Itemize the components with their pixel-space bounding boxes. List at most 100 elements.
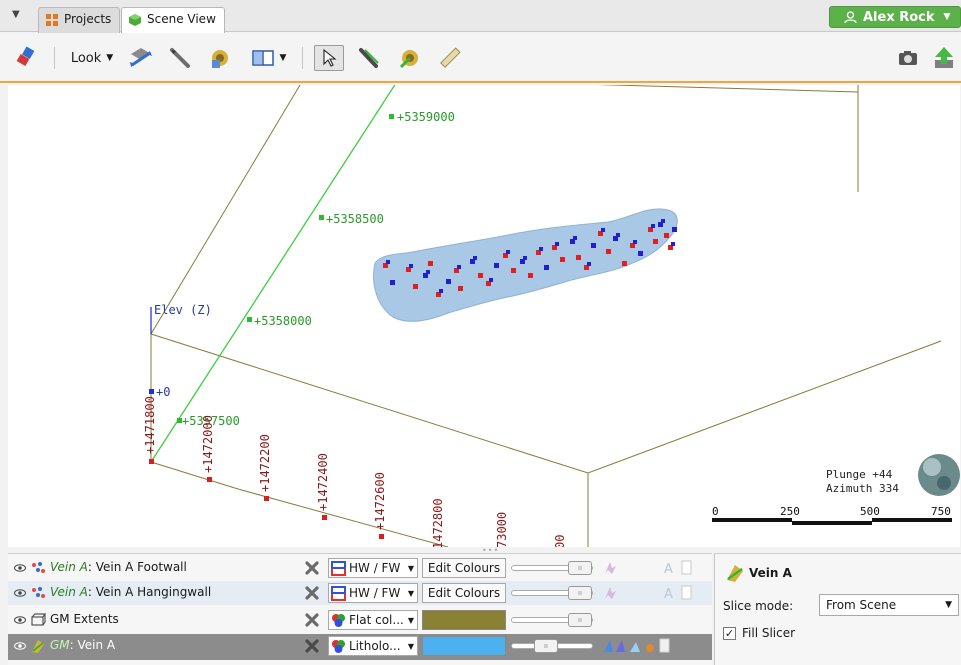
contact-point xyxy=(576,255,581,260)
footwall-points-icon xyxy=(32,562,45,573)
remove-layer-icon[interactable] xyxy=(304,612,320,628)
chevron-down-icon: ▼ xyxy=(407,588,414,598)
tab-menu-chevron-icon[interactable]: ▼ xyxy=(12,9,20,20)
visibility-eye-icon[interactable] xyxy=(14,562,26,574)
ruler-button[interactable] xyxy=(436,45,464,71)
scale-tick-label: 750 xyxy=(931,505,951,518)
export-icon xyxy=(935,47,953,68)
opacity-slider[interactable]: ıı xyxy=(511,561,593,575)
contact-point xyxy=(511,268,516,273)
visibility-eye-icon[interactable] xyxy=(14,587,26,599)
remove-layer-icon[interactable] xyxy=(304,638,320,654)
edit-colours-button[interactable]: Edit Colours xyxy=(422,558,506,578)
colour-mode-dropdown[interactable]: HW / FW ▼ xyxy=(328,583,418,603)
contact-point xyxy=(409,264,413,268)
look-dropdown[interactable]: Look ▼ xyxy=(66,45,118,71)
orientation-globe[interactable] xyxy=(918,454,960,496)
gear-green-button[interactable] xyxy=(396,45,424,71)
remove-layer-icon[interactable] xyxy=(304,585,320,601)
slider-thumb[interactable]: ıı xyxy=(568,613,592,627)
scale-tick-label: 500 xyxy=(860,505,880,518)
contact-point xyxy=(544,265,549,270)
layer-row-gm-vein-a[interactable]: GM: Vein A Litholo... ▼ ıı xyxy=(8,634,712,660)
toolbar-divider xyxy=(54,47,55,69)
contact-point xyxy=(672,227,677,232)
contact-point xyxy=(523,256,527,260)
tab-bar: ▼ Projects Scene View Alex Rock ▼ xyxy=(0,0,961,34)
east-label: 1472800 xyxy=(431,498,445,547)
slice-icon xyxy=(616,640,625,652)
opacity-slider[interactable]: ıı xyxy=(511,613,593,627)
contact-point xyxy=(671,242,675,246)
contact-point xyxy=(473,256,477,260)
fill-slicer-checkbox[interactable]: ✓ xyxy=(723,626,736,640)
vein-a-surface[interactable] xyxy=(373,208,678,322)
east-label: +1472000 xyxy=(201,415,215,473)
layer-tools: A xyxy=(605,585,692,601)
contact-point xyxy=(622,261,627,266)
contact-point xyxy=(428,261,433,266)
contact-point xyxy=(528,273,533,278)
tab-projects[interactable]: Projects xyxy=(38,7,121,33)
properties-title: Vein A xyxy=(749,566,792,580)
export-button[interactable] xyxy=(930,45,958,71)
opacity-slider[interactable]: ıı xyxy=(511,639,593,653)
chevron-down-icon: ▼ xyxy=(106,53,114,63)
contact-point xyxy=(638,251,643,256)
gear-cube-button[interactable] xyxy=(206,45,234,71)
layer-name: GM Extents xyxy=(50,612,119,626)
vein-icon xyxy=(727,565,743,582)
extents-box-icon xyxy=(31,613,46,626)
slice-mode-select[interactable]: From Scene ▼ xyxy=(819,594,959,616)
visibility-eye-icon[interactable] xyxy=(14,640,26,652)
colour-mode-dropdown[interactable]: Litholo... ▼ xyxy=(328,636,418,656)
contact-point xyxy=(446,279,451,284)
fill-slicer-option[interactable]: ✓ Fill Slicer xyxy=(723,626,795,640)
slider-thumb[interactable]: ıı xyxy=(568,586,592,600)
slider-thumb[interactable]: ıı xyxy=(568,561,592,575)
north-label: +5358500 xyxy=(326,212,384,226)
layout-dropdown[interactable]: ▼ xyxy=(246,45,292,71)
scene-canvas[interactable] xyxy=(8,85,960,547)
colour-swatch-button[interactable] xyxy=(422,610,506,630)
layer-row-gm-extents[interactable]: GM Extents Flat col... ▼ ıı xyxy=(8,608,712,632)
north-label: +5359000 xyxy=(397,110,455,124)
contact-point xyxy=(390,280,395,285)
edit-colours-button[interactable]: Edit Colours xyxy=(422,583,506,603)
layer-row-vein-a-hangingwall[interactable]: Vein A: Vein A Hangingwall HW / FW ▼ Edi… xyxy=(8,581,712,605)
pencil-button[interactable] xyxy=(166,45,194,71)
contact-point xyxy=(489,278,493,282)
view-direction-button[interactable] xyxy=(126,45,156,71)
select-pointer-button[interactable] xyxy=(314,45,344,71)
flat-colour-icon xyxy=(332,613,345,627)
contact-point xyxy=(633,240,637,244)
colour-mode-label: HW / FW xyxy=(349,561,401,575)
scene-viewport[interactable]: +5359000 +5358500 +5358000 +5357500 Elev… xyxy=(8,85,960,547)
draw-line-button[interactable] xyxy=(354,45,382,71)
remove-layer-icon[interactable] xyxy=(304,560,320,576)
colour-mode-dropdown[interactable]: HW / FW ▼ xyxy=(328,558,418,578)
colour-mode-dropdown[interactable]: Flat col... ▼ xyxy=(328,610,418,630)
user-icon xyxy=(844,10,857,23)
chevron-down-icon: ▼ xyxy=(407,563,414,573)
east-label: +1472400 xyxy=(316,453,330,511)
colour-swatch-button[interactable] xyxy=(422,636,506,656)
user-menu-button[interactable]: Alex Rock ▼ xyxy=(829,6,961,28)
screenshot-button[interactable] xyxy=(894,45,922,71)
contact-point xyxy=(426,270,430,274)
contact-point xyxy=(651,224,655,228)
camera-icon xyxy=(899,51,917,65)
opacity-slider[interactable]: ıı xyxy=(511,586,593,600)
visibility-eye-icon[interactable] xyxy=(14,614,26,626)
eraser-button[interactable] xyxy=(12,45,40,71)
slider-thumb[interactable]: ıı xyxy=(534,639,558,653)
properties-icon xyxy=(681,585,692,600)
chevron-down-icon: ▼ xyxy=(943,12,951,22)
east-label: +1471800 xyxy=(143,396,157,454)
tab-scene-view[interactable]: Scene View xyxy=(121,7,225,34)
chevron-down-icon: ▼ xyxy=(407,641,414,651)
layer-row-vein-a-footwall[interactable]: Vein A: Vein A Footwall HW / FW ▼ Edit C… xyxy=(8,556,712,580)
slice-icon xyxy=(630,642,640,652)
scale-tick-label: 0 xyxy=(712,505,719,518)
look-label: Look xyxy=(70,50,102,66)
